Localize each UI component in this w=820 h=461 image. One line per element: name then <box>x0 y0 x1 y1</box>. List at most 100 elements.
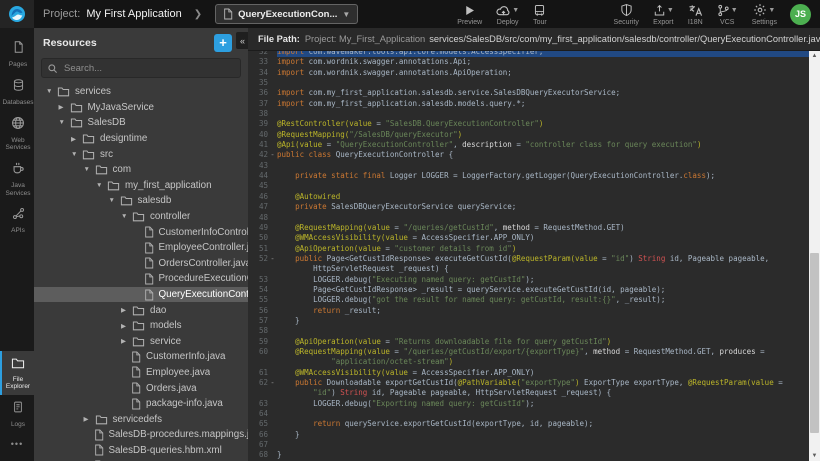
add-resource-button[interactable]: + <box>214 34 232 52</box>
line-number[interactable]: 40 <box>248 130 268 140</box>
tour-button[interactable]: Tour <box>533 3 547 26</box>
file-icon <box>131 398 141 410</box>
tree-file-employee-java[interactable]: Employee.java <box>34 365 248 381</box>
scroll-up-arrow[interactable]: ▲ <box>809 51 820 61</box>
rail-item-file-explorer[interactable]: File Explorer <box>0 351 34 396</box>
line-number[interactable]: 44 <box>248 171 268 181</box>
export-button[interactable]: ▼ Export <box>653 3 674 26</box>
preview-button[interactable]: Preview <box>457 3 482 26</box>
line-number[interactable]: 34 <box>248 68 268 78</box>
line-number[interactable]: 48 <box>248 213 268 223</box>
tree-file-customerinfocontroller-java[interactable]: CustomerInfoController.java <box>34 224 248 240</box>
line-number[interactable]: 38 <box>248 109 268 119</box>
line-number[interactable]: 61 <box>248 368 268 378</box>
open-file-dropdown[interactable]: QueryExecutionCon... ▼ <box>215 4 358 24</box>
line-number[interactable]: 51 <box>248 244 268 254</box>
line-number[interactable]: 33 <box>248 57 268 67</box>
code-content[interactable]: 32import com.wavemaker.tools.api.core.mo… <box>248 51 809 461</box>
deploy-button[interactable]: ▼ Deploy <box>496 3 519 26</box>
tree-file-salesdb-queries-hbm-xml[interactable]: SalesDB-queries.hbm.xml <box>34 443 248 459</box>
line-number[interactable]: 45 <box>248 181 268 191</box>
tree-folder-services[interactable]: ▼services <box>34 84 248 100</box>
line-number[interactable]: 58 <box>248 326 268 336</box>
tree-folder-dao[interactable]: ▶dao <box>34 302 248 318</box>
fold-marker[interactable]: - <box>268 254 277 264</box>
tree-folder-my-first-application[interactable]: ▼my_first_application <box>34 178 248 194</box>
rail-item-apis[interactable]: APIs <box>0 202 34 239</box>
fold-marker[interactable]: - <box>268 378 277 388</box>
line-number[interactable]: 52 <box>248 254 268 264</box>
rail-item-web-services[interactable]: Web Services <box>0 111 34 157</box>
tree-file-salesdb-procedures-mappings-json[interactable]: SalesDB-procedures.mappings.json <box>34 427 248 443</box>
line-number[interactable]: 59 <box>248 337 268 347</box>
rail-item-label: Logs <box>2 421 34 429</box>
line-number[interactable]: 39 <box>248 119 268 129</box>
scroll-down-arrow[interactable]: ▼ <box>809 451 820 461</box>
fold-marker[interactable]: - <box>268 150 277 160</box>
tree-file-queryexecutioncontroller-java[interactable]: QueryExecutionController.java <box>34 287 248 303</box>
line-number[interactable]: 47 <box>248 202 268 212</box>
line-number[interactable] <box>248 388 268 398</box>
line-number[interactable] <box>248 264 268 274</box>
collapse-panel-button[interactable]: « <box>236 32 248 49</box>
code-text: @Api(value = "QueryExecutionController",… <box>277 140 809 150</box>
line-number[interactable]: 36 <box>248 88 268 98</box>
tree-file-orderscontroller-java[interactable]: OrdersController.java <box>34 256 248 272</box>
security-button[interactable]: Security <box>614 3 639 26</box>
editor-scrollbar[interactable]: ▲ ▼ <box>809 51 820 461</box>
line-number[interactable]: 56 <box>248 306 268 316</box>
tree-folder-designtime[interactable]: ▶designtime <box>34 131 248 147</box>
line-number[interactable]: 65 <box>248 419 268 429</box>
search-input[interactable] <box>62 62 235 75</box>
wavemaker-logo-icon[interactable] <box>0 0 34 28</box>
rail-item-databases[interactable]: Databases <box>0 73 34 111</box>
line-number[interactable]: 49 <box>248 223 268 233</box>
line-number[interactable]: 43 <box>248 161 268 171</box>
tree-folder-models[interactable]: ▶models <box>34 318 248 334</box>
rail-item-logs[interactable]: Logs <box>0 395 34 433</box>
line-number[interactable]: 37 <box>248 99 268 109</box>
line-number[interactable]: 57 <box>248 316 268 326</box>
tree-file-customerinfo-java[interactable]: CustomerInfo.java <box>34 349 248 365</box>
tree-folder-servicedefs[interactable]: ▶servicedefs <box>34 411 248 427</box>
code-editor[interactable]: 32import com.wavemaker.tools.api.core.mo… <box>248 51 820 461</box>
line-number[interactable] <box>248 357 268 367</box>
i18n-button[interactable]: I18N <box>688 3 703 26</box>
settings-button[interactable]: ▼ Settings <box>752 3 777 26</box>
line-number[interactable]: 67 <box>248 440 268 450</box>
tree-folder-salesdb[interactable]: ▼salesdb <box>34 193 248 209</box>
folder-icon <box>95 164 108 175</box>
tree-folder-myjavaservice[interactable]: ▶MyJavaService <box>34 100 248 116</box>
line-number[interactable]: 42 <box>248 150 268 160</box>
line-number[interactable]: 41 <box>248 140 268 150</box>
code-line-36: 36import com.my_first_application.salesd… <box>248 88 809 98</box>
line-number[interactable]: 66 <box>248 430 268 440</box>
line-number[interactable]: 55 <box>248 295 268 305</box>
line-number[interactable]: 50 <box>248 233 268 243</box>
line-number[interactable]: 54 <box>248 285 268 295</box>
tree-folder-src[interactable]: ▼src <box>34 146 248 162</box>
tree-file-orders-java[interactable]: Orders.java <box>34 380 248 396</box>
tree-folder-controller[interactable]: ▼controller <box>34 209 248 225</box>
line-number[interactable]: 62 <box>248 378 268 388</box>
scrollbar-thumb[interactable] <box>810 253 819 433</box>
user-avatar[interactable]: JS <box>790 4 811 25</box>
tree-file-package-info-java[interactable]: package-info.java <box>34 396 248 412</box>
tree-folder-com[interactable]: ▼com <box>34 162 248 178</box>
line-number[interactable]: 46 <box>248 192 268 202</box>
folder-icon <box>95 414 108 425</box>
tree-file-employeecontroller-java[interactable]: EmployeeController.java <box>34 240 248 256</box>
vcs-button[interactable]: ▼ VCS <box>717 3 738 26</box>
line-number[interactable]: 68 <box>248 450 268 460</box>
tree-file-procedureexecutioncontroller-java[interactable]: ProcedureExecutionController.java <box>34 271 248 287</box>
line-number[interactable]: 64 <box>248 409 268 419</box>
rail-more-button[interactable]: ••• <box>0 433 34 455</box>
tree-folder-service[interactable]: ▶service <box>34 334 248 350</box>
rail-item-pages[interactable]: Pages <box>0 35 34 73</box>
line-number[interactable]: 53 <box>248 275 268 285</box>
tree-folder-salesdb[interactable]: ▼SalesDB <box>34 115 248 131</box>
line-number[interactable]: 63 <box>248 399 268 409</box>
rail-item-java-services[interactable]: Java Services <box>0 156 34 202</box>
line-number[interactable]: 60 <box>248 347 268 357</box>
line-number[interactable]: 35 <box>248 78 268 88</box>
